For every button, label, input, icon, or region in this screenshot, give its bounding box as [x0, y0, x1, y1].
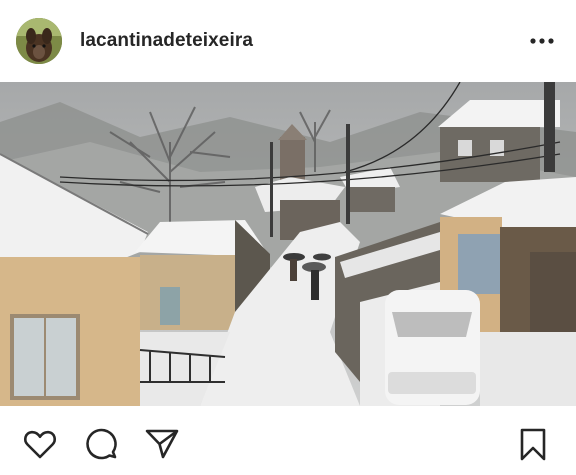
heart-icon: [24, 430, 56, 459]
more-options-icon[interactable]: [526, 28, 558, 54]
bookmark-icon: [520, 428, 546, 461]
post-username[interactable]: lacantinadeteixeira: [80, 30, 253, 52]
comment-button[interactable]: [83, 426, 119, 462]
avatar-image: [16, 18, 62, 64]
save-button[interactable]: [515, 426, 551, 462]
post-media[interactable]: [0, 82, 576, 406]
comment-bubble-icon: [86, 428, 117, 460]
post-header: lacantinadeteixeira: [0, 0, 576, 82]
paper-plane-icon: [145, 429, 179, 459]
post-actions-bar: [0, 406, 576, 475]
avatar[interactable]: [16, 18, 62, 64]
like-button[interactable]: [22, 426, 58, 462]
share-button[interactable]: [144, 426, 180, 462]
snowy-village-photo: [0, 82, 576, 406]
